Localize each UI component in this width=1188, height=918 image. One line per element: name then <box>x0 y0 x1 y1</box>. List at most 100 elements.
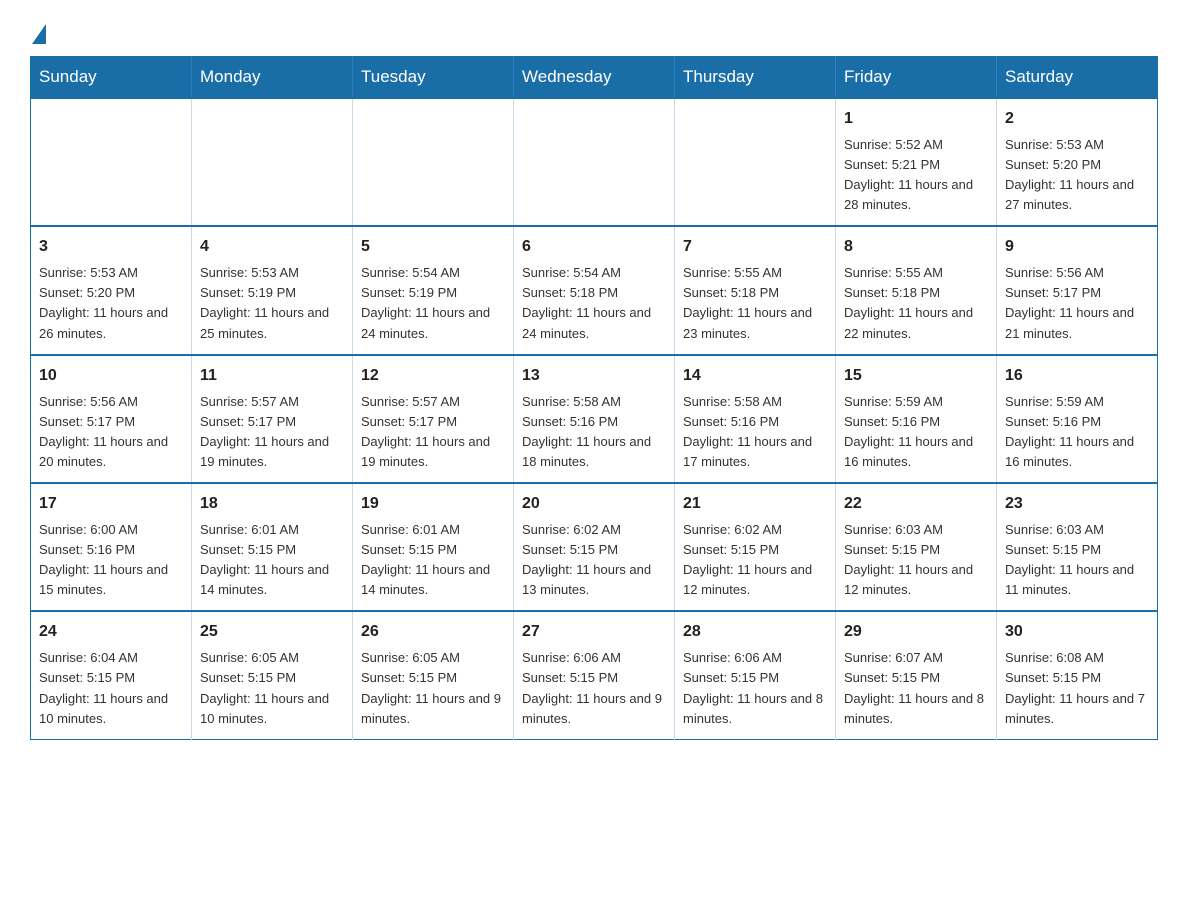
day-info-text: Sunset: 5:17 PM <box>200 412 344 432</box>
day-info-text: Sunrise: 6:00 AM <box>39 520 183 540</box>
day-info-text: Sunrise: 5:55 AM <box>683 263 827 283</box>
day-info-text: Sunset: 5:15 PM <box>361 540 505 560</box>
calendar-cell: 16Sunrise: 5:59 AMSunset: 5:16 PMDayligh… <box>997 355 1158 483</box>
day-info-text: Daylight: 11 hours and 23 minutes. <box>683 303 827 343</box>
day-info-text: Daylight: 11 hours and 16 minutes. <box>844 432 988 472</box>
day-info-text: Sunrise: 5:54 AM <box>361 263 505 283</box>
day-info-text: Sunset: 5:15 PM <box>1005 540 1149 560</box>
calendar-cell: 6Sunrise: 5:54 AMSunset: 5:18 PMDaylight… <box>514 226 675 354</box>
calendar-cell <box>192 98 353 226</box>
day-info-text: Sunrise: 6:02 AM <box>522 520 666 540</box>
day-number: 7 <box>683 235 827 260</box>
calendar-cell: 19Sunrise: 6:01 AMSunset: 5:15 PMDayligh… <box>353 483 514 611</box>
calendar-cell: 14Sunrise: 5:58 AMSunset: 5:16 PMDayligh… <box>675 355 836 483</box>
day-number: 10 <box>39 364 183 389</box>
calendar-cell: 10Sunrise: 5:56 AMSunset: 5:17 PMDayligh… <box>31 355 192 483</box>
day-number: 15 <box>844 364 988 389</box>
day-info-text: Sunrise: 5:53 AM <box>1005 135 1149 155</box>
calendar-cell <box>675 98 836 226</box>
day-number: 29 <box>844 620 988 645</box>
day-info-text: Sunset: 5:15 PM <box>200 540 344 560</box>
day-info-text: Daylight: 11 hours and 26 minutes. <box>39 303 183 343</box>
day-number: 21 <box>683 492 827 517</box>
calendar-week-row: 3Sunrise: 5:53 AMSunset: 5:20 PMDaylight… <box>31 226 1158 354</box>
day-info-text: Sunrise: 6:01 AM <box>361 520 505 540</box>
day-number: 24 <box>39 620 183 645</box>
calendar-cell <box>31 98 192 226</box>
day-info-text: Sunrise: 5:53 AM <box>39 263 183 283</box>
day-info-text: Daylight: 11 hours and 25 minutes. <box>200 303 344 343</box>
day-info-text: Sunrise: 5:55 AM <box>844 263 988 283</box>
day-info-text: Sunrise: 6:04 AM <box>39 648 183 668</box>
calendar-cell: 15Sunrise: 5:59 AMSunset: 5:16 PMDayligh… <box>836 355 997 483</box>
day-info-text: Sunset: 5:18 PM <box>522 283 666 303</box>
calendar-cell <box>353 98 514 226</box>
calendar-cell: 3Sunrise: 5:53 AMSunset: 5:20 PMDaylight… <box>31 226 192 354</box>
day-info-text: Sunrise: 5:53 AM <box>200 263 344 283</box>
day-info-text: Daylight: 11 hours and 11 minutes. <box>1005 560 1149 600</box>
day-info-text: Sunset: 5:15 PM <box>39 668 183 688</box>
day-info-text: Sunset: 5:16 PM <box>39 540 183 560</box>
calendar-cell: 27Sunrise: 6:06 AMSunset: 5:15 PMDayligh… <box>514 611 675 739</box>
day-number: 12 <box>361 364 505 389</box>
day-info-text: Sunset: 5:21 PM <box>844 155 988 175</box>
day-number: 23 <box>1005 492 1149 517</box>
day-number: 6 <box>522 235 666 260</box>
day-info-text: Sunset: 5:15 PM <box>361 668 505 688</box>
day-number: 1 <box>844 107 988 132</box>
day-number: 4 <box>200 235 344 260</box>
day-info-text: Sunrise: 6:05 AM <box>361 648 505 668</box>
day-info-text: Sunset: 5:16 PM <box>683 412 827 432</box>
weekday-header-wednesday: Wednesday <box>514 57 675 99</box>
day-info-text: Daylight: 11 hours and 18 minutes. <box>522 432 666 472</box>
weekday-header-sunday: Sunday <box>31 57 192 99</box>
day-number: 22 <box>844 492 988 517</box>
day-info-text: Sunset: 5:17 PM <box>1005 283 1149 303</box>
day-info-text: Sunset: 5:16 PM <box>844 412 988 432</box>
day-info-text: Daylight: 11 hours and 7 minutes. <box>1005 689 1149 729</box>
calendar-cell: 23 Sunrise: 6:03 AMSunset: 5:15 PMDayligh… <box>997 483 1158 611</box>
weekday-header-saturday: Saturday <box>997 57 1158 99</box>
day-info-text: Sunrise: 5:58 AM <box>522 392 666 412</box>
logo-triangle-icon <box>32 24 46 44</box>
day-number: 14 <box>683 364 827 389</box>
day-info-text: Sunrise: 6:01 AM <box>200 520 344 540</box>
calendar-cell: 12Sunrise: 5:57 AMSunset: 5:17 PMDayligh… <box>353 355 514 483</box>
day-info-text: Daylight: 11 hours and 9 minutes. <box>361 689 505 729</box>
calendar-header: SundayMondayTuesdayWednesdayThursdayFrid… <box>31 57 1158 99</box>
calendar-cell: 5Sunrise: 5:54 AMSunset: 5:19 PMDaylight… <box>353 226 514 354</box>
calendar-cell: 7 Sunrise: 5:55 AMSunset: 5:18 PMDaylight… <box>675 226 836 354</box>
weekday-header-row: SundayMondayTuesdayWednesdayThursdayFrid… <box>31 57 1158 99</box>
day-info-text: Sunset: 5:15 PM <box>1005 668 1149 688</box>
day-info-text: Daylight: 11 hours and 9 minutes. <box>522 689 666 729</box>
day-info-text: Sunset: 5:20 PM <box>1005 155 1149 175</box>
day-info-text: Sunset: 5:18 PM <box>683 283 827 303</box>
page-header <box>30 20 1158 40</box>
day-info-text: Sunset: 5:15 PM <box>683 668 827 688</box>
day-number: 18 <box>200 492 344 517</box>
weekday-header-thursday: Thursday <box>675 57 836 99</box>
calendar-week-row: 1Sunrise: 5:52 AMSunset: 5:21 PMDaylight… <box>31 98 1158 226</box>
day-info-text: Sunrise: 5:57 AM <box>361 392 505 412</box>
day-info-text: Sunrise: 6:02 AM <box>683 520 827 540</box>
calendar-week-row: 10Sunrise: 5:56 AMSunset: 5:17 PMDayligh… <box>31 355 1158 483</box>
day-info-text: Sunrise: 6:08 AM <box>1005 648 1149 668</box>
calendar-cell: 8Sunrise: 5:55 AMSunset: 5:18 PMDaylight… <box>836 226 997 354</box>
day-number: 9 <box>1005 235 1149 260</box>
day-info-text: Sunset: 5:17 PM <box>39 412 183 432</box>
day-number: 5 <box>361 235 505 260</box>
day-number: 20 <box>522 492 666 517</box>
day-info-text: Daylight: 11 hours and 14 minutes. <box>200 560 344 600</box>
day-number: 25 <box>200 620 344 645</box>
day-info-text: Sunset: 5:15 PM <box>522 540 666 560</box>
day-number: 26 <box>361 620 505 645</box>
calendar-cell: 13Sunrise: 5:58 AMSunset: 5:16 PMDayligh… <box>514 355 675 483</box>
day-info-text: Daylight: 11 hours and 8 minutes. <box>844 689 988 729</box>
day-info-text: Sunrise: 6:03 AM <box>1005 520 1149 540</box>
day-info-text: Daylight: 11 hours and 13 minutes. <box>522 560 666 600</box>
day-info-text: Daylight: 11 hours and 27 minutes. <box>1005 175 1149 215</box>
weekday-header-friday: Friday <box>836 57 997 99</box>
calendar-cell: 26 Sunrise: 6:05 AMSunset: 5:15 PMDayligh… <box>353 611 514 739</box>
day-number: 11 <box>200 364 344 389</box>
day-info-text: Sunrise: 5:57 AM <box>200 392 344 412</box>
